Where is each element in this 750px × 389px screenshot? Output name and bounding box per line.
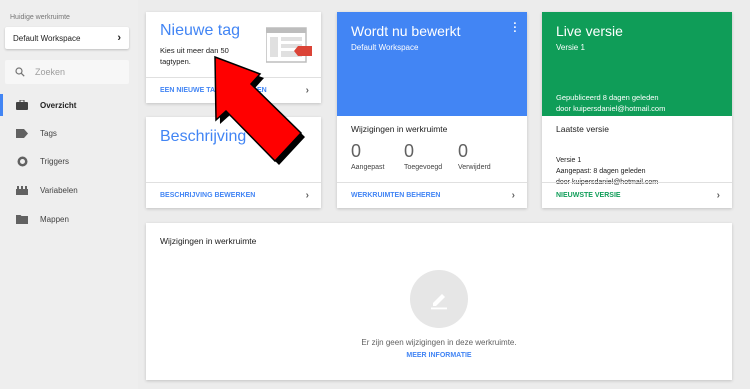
stat-label: Toegevoegd: [404, 164, 443, 171]
chevron-right-icon: ›: [117, 32, 121, 44]
search-input[interactable]: Zoeken: [5, 60, 129, 84]
empty-state-text: Er zijn geen wijzigingen in deze werkrui…: [361, 338, 517, 347]
add-tag-link[interactable]: EEN NIEUWE TAG TOEVOEGEN: [160, 87, 267, 94]
editing-card: Wordt nu bewerkt Default Workspace · · · W…: [337, 12, 527, 208]
sidebar-item-overzicht[interactable]: Overzicht: [0, 94, 138, 116]
workspace-selector[interactable]: Default Workspace ›: [5, 27, 129, 49]
chevron-right-icon: ›: [305, 190, 309, 201]
sidebar-item-variabelen[interactable]: Variabelen: [0, 179, 138, 201]
description-title[interactable]: Beschrijving: [160, 128, 246, 146]
latest-version-name: Versie 1: [556, 157, 582, 164]
stat-value: 0: [458, 141, 469, 161]
pencil-icon: [431, 294, 447, 310]
sidebar-item-label: Triggers: [40, 156, 70, 166]
sidebar-item-label: Overzicht: [40, 100, 77, 110]
published-text: Gepubliceerd 8 dagen geleden: [556, 93, 659, 102]
sidebar: Huidige werkruimte Default Workspace › Z…: [0, 0, 138, 389]
stat-added: 0 Toegevoegd: [404, 140, 442, 171]
more-vert-icon[interactable]: · · ·: [513, 19, 517, 38]
stat-value: 0: [404, 141, 415, 161]
latest-version-modified: Aangepast: 8 dagen geleden: [556, 168, 646, 175]
stat-modified: 0 Aangepast: [351, 140, 384, 171]
edit-description-footer[interactable]: BESCHRIJVING BEWERKEN ›: [146, 182, 321, 208]
live-version-card: Live versie Versie 1 Gepubliceerd 8 dage…: [542, 12, 732, 208]
folder-icon: [16, 213, 28, 225]
sidebar-item-mappen[interactable]: Mappen: [0, 208, 138, 230]
workspace-name: Default Workspace: [13, 33, 81, 43]
variables-icon: [16, 184, 28, 196]
briefcase-icon: [16, 99, 28, 111]
sidebar-item-tags[interactable]: Tags: [0, 122, 138, 144]
latest-version-link[interactable]: NIEUWSTE VERSIE: [556, 192, 621, 199]
live-version: Versie 1: [556, 43, 585, 52]
workspace-label: Huidige werkruimte: [10, 14, 70, 21]
latest-version-footer[interactable]: NIEUWSTE VERSIE ›: [542, 182, 732, 208]
learn-more-link[interactable]: MEER INFORMATIE: [146, 352, 732, 359]
description-card[interactable]: Beschrijving BESCHRIJVING BEWERKEN ›: [146, 117, 321, 208]
stat-label: Verwijderd: [458, 164, 491, 171]
chevron-right-icon: ›: [305, 85, 309, 96]
sidebar-item-label: Mappen: [40, 214, 69, 224]
tag-window-icon: [266, 27, 312, 63]
new-tag-card[interactable]: Nieuwe tag Kies uit meer dan 50 tagtypen…: [146, 12, 321, 103]
editing-title: Wordt nu bewerkt: [351, 23, 461, 39]
stat-label: Aangepast: [351, 164, 385, 171]
edit-description-link[interactable]: BESCHRIJVING BEWERKEN: [160, 192, 255, 199]
tag-icon: [16, 127, 28, 139]
changes-title: Wijzigingen in werkruimte: [160, 236, 257, 246]
stat-deleted: 0 Verwijderd: [458, 140, 491, 171]
new-tag-title[interactable]: Nieuwe tag: [160, 22, 240, 40]
published-info: Gepubliceerd 8 dagen geleden door kuiper…: [556, 92, 665, 114]
chevron-right-icon: ›: [716, 190, 720, 201]
search-icon: [15, 67, 25, 77]
search-placeholder: Zoeken: [35, 67, 66, 77]
published-by: door kuipersdaniel@hotmail.com: [556, 104, 666, 113]
workspace-changes-title: Wijzigingen in werkruimte: [351, 124, 448, 134]
sidebar-item-label: Tags: [40, 128, 57, 138]
sidebar-item-label: Variabelen: [40, 185, 78, 195]
empty-state-circle: [410, 270, 468, 328]
new-tag-description: Kies uit meer dan 50 tagtypen.: [160, 46, 229, 66]
sidebar-item-triggers[interactable]: Triggers: [0, 150, 138, 172]
stat-value: 0: [351, 141, 362, 161]
editing-workspace: Default Workspace: [351, 43, 419, 52]
chevron-right-icon: ›: [511, 190, 515, 201]
live-title: Live versie: [556, 23, 623, 39]
latest-version-title: Laatste versie: [556, 124, 609, 134]
trigger-icon: [16, 155, 28, 167]
add-tag-footer[interactable]: EEN NIEUWE TAG TOEVOEGEN ›: [146, 77, 321, 103]
manage-workspaces-footer[interactable]: WERKRUIMTEN BEHEREN ›: [337, 182, 527, 208]
workspace-changes-card: Wijzigingen in werkruimte Er zijn geen w…: [146, 223, 732, 380]
manage-workspaces-link[interactable]: WERKRUIMTEN BEHEREN: [351, 192, 440, 199]
